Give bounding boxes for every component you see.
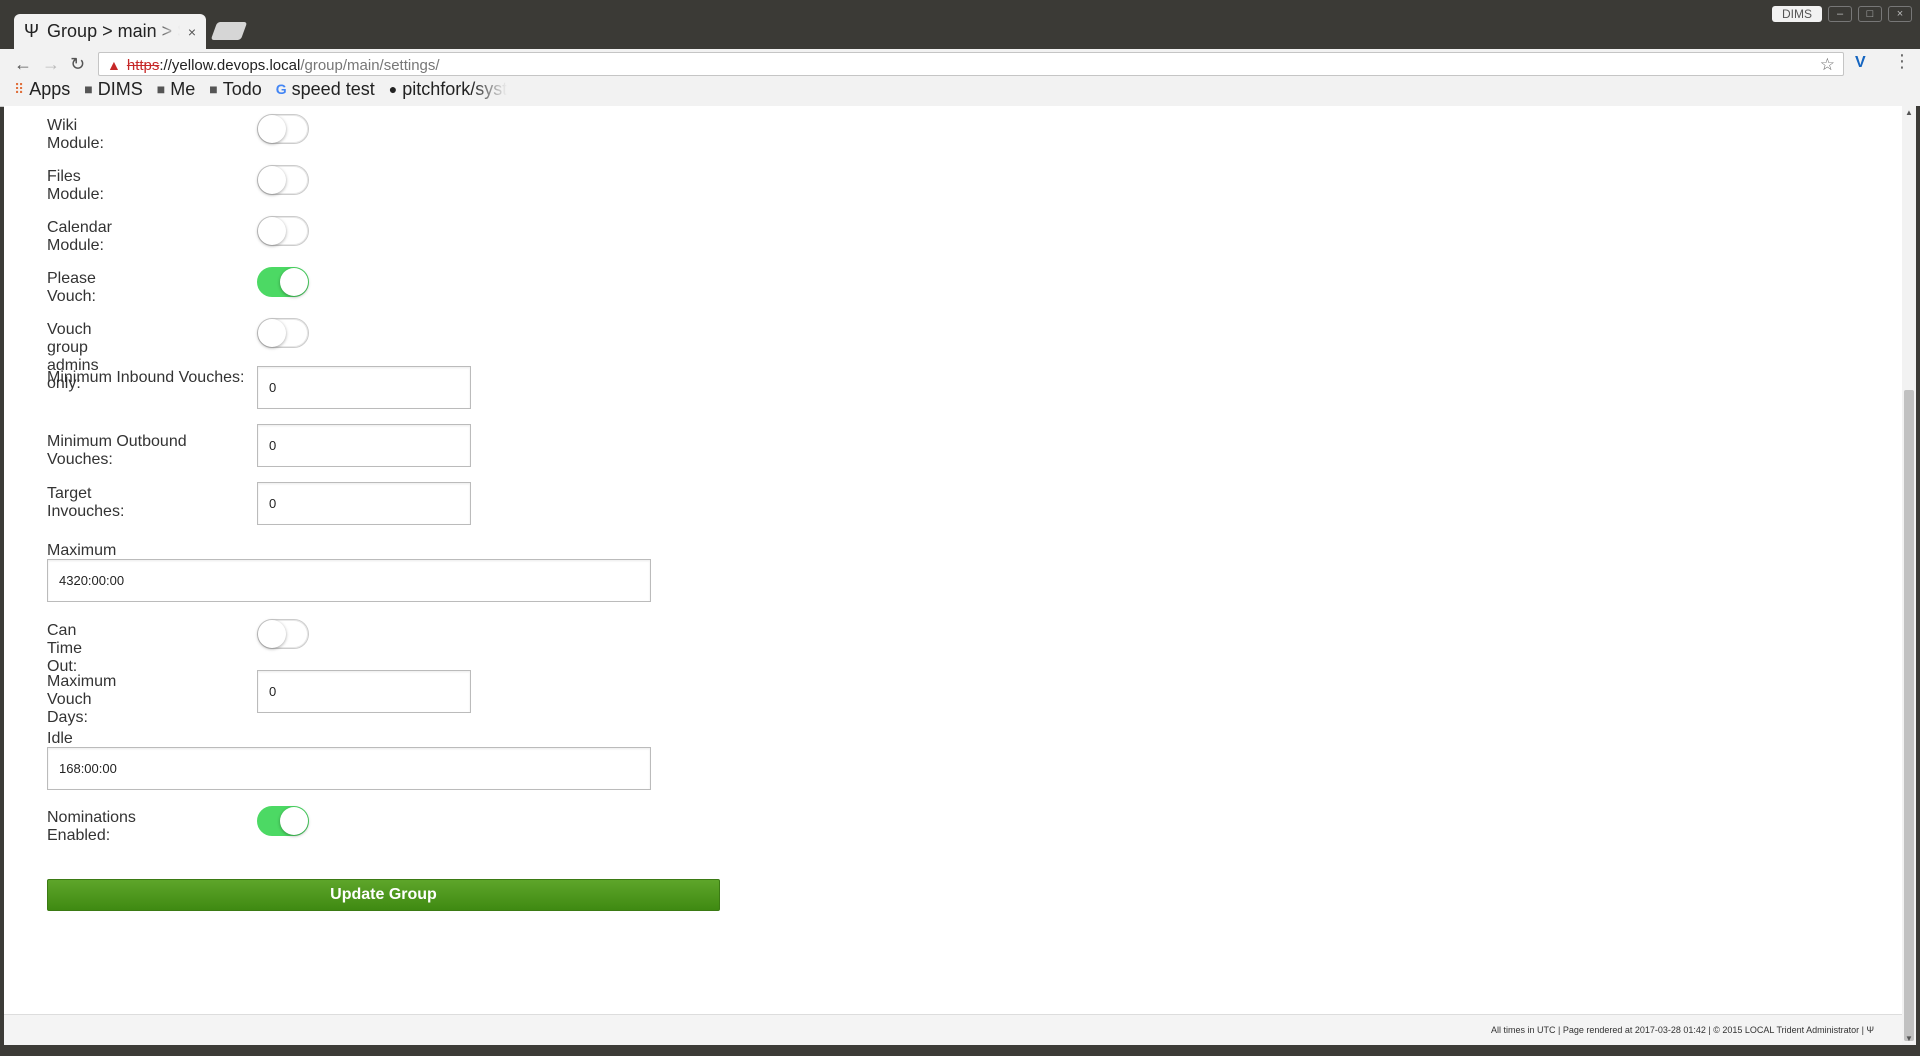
- please-vouch-label: Please Vouch:: [47, 270, 96, 305]
- trident-favicon-icon: Ψ: [24, 21, 40, 41]
- scroll-down-arrow-icon[interactable]: ▼: [1905, 1034, 1913, 1043]
- address-bar[interactable]: ▲ https://yellow.devops.local/group/main/…: [98, 52, 1844, 76]
- browser-tab[interactable]: Ψ Group > main > Settings ×: [14, 14, 206, 49]
- insecure-warning-icon[interactable]: ▲: [107, 57, 121, 73]
- page-viewport: Wiki Module: Files Module: Calendar Modu…: [4, 106, 1902, 1045]
- tab-title: Group > main > Settings: [47, 21, 180, 41]
- bookmark-me[interactable]: ■ Me: [157, 79, 195, 100]
- bookmark-star-icon[interactable]: ☆: [1820, 53, 1835, 77]
- bookmark-dims[interactable]: ■ DIMS: [84, 79, 142, 100]
- wiki-module-toggle[interactable]: [257, 114, 309, 144]
- min-outbound-vouches-label: Minimum Outbound Vouches:: [47, 433, 187, 468]
- google-icon: G: [275, 81, 287, 97]
- calendar-module-toggle[interactable]: [257, 216, 309, 246]
- maximize-icon[interactable]: □: [1858, 6, 1882, 22]
- github-icon: ●: [388, 81, 398, 97]
- folder-icon: ■: [209, 81, 218, 97]
- toggle-knob: [280, 807, 308, 835]
- idle-guard-input[interactable]: 168:00:00: [47, 747, 651, 790]
- close-window-icon[interactable]: ×: [1888, 6, 1912, 22]
- window-edge: [1916, 106, 1920, 1045]
- footer-text: All times in UTC | Page rendered at 2017…: [1490, 1025, 1874, 1035]
- new-tab-button[interactable]: [210, 22, 248, 40]
- url-scheme: https: [126, 57, 160, 74]
- bookmark-apps[interactable]: ⠿ Apps: [14, 79, 70, 100]
- toggle-knob: [258, 217, 286, 245]
- can-time-out-toggle[interactable]: [257, 619, 309, 649]
- wiki-module-label: Wiki Module:: [47, 117, 104, 152]
- can-time-out-label: Can Time Out:: [47, 622, 82, 675]
- nominations-enabled-toggle[interactable]: [257, 806, 309, 836]
- target-invouches-label: Target Invouches:: [47, 485, 125, 520]
- toggle-knob: [280, 268, 308, 296]
- scroll-up-arrow-icon[interactable]: ▲: [1905, 108, 1913, 117]
- extension-icon[interactable]: V: [1855, 54, 1866, 72]
- browser-toolbar: ← → ↻ ▲ https://yellow.devops.local/group…: [0, 49, 1920, 107]
- scrollbar-thumb[interactable]: [1904, 390, 1914, 1041]
- calendar-module-label: Calendar Module:: [47, 219, 112, 254]
- toggle-knob: [258, 620, 286, 648]
- toggle-knob: [258, 115, 286, 143]
- folder-icon: ■: [84, 81, 93, 97]
- back-arrow-icon[interactable]: ←: [14, 54, 32, 75]
- bookmark-todo[interactable]: ■ Todo: [209, 79, 262, 100]
- please-vouch-toggle[interactable]: [257, 267, 309, 297]
- page-scrollbar[interactable]: ▲ ▼: [1902, 106, 1916, 1045]
- max-vouch-days-label: Maximum Vouch Days:: [47, 673, 117, 726]
- min-outbound-vouches-input[interactable]: 0: [257, 424, 471, 467]
- vouch-admins-only-toggle[interactable]: [257, 318, 309, 348]
- tab-close-icon[interactable]: ×: [188, 24, 196, 40]
- minimize-icon[interactable]: –: [1828, 6, 1852, 22]
- reload-icon[interactable]: ↻: [70, 54, 85, 75]
- bookmark-pitchfork[interactable]: ● pitchfork/syst: [389, 79, 508, 100]
- toggle-knob: [258, 166, 286, 194]
- url-separator: ://: [159, 57, 172, 74]
- target-invouches-input[interactable]: 0: [257, 482, 471, 525]
- browser-chrome: Ψ Group > main > Settings × DIMS – □ × ←…: [0, 0, 1920, 107]
- bookmarks-bar: ⠿ Apps ■ DIMS ■ Me ■ Todo Gspeed test ● pitch…: [14, 78, 507, 100]
- profile-button[interactable]: DIMS: [1772, 6, 1822, 22]
- page-footer: All times in UTC | Page rendered at 2017…: [4, 1014, 1902, 1045]
- forward-arrow-icon[interactable]: →: [42, 54, 60, 75]
- max-inactivity-input[interactable]: 4320:00:00: [47, 559, 651, 602]
- browser-titlebar: Ψ Group > main > Settings × DIMS – □ ×: [0, 0, 1920, 49]
- min-inbound-vouches-input[interactable]: 0: [257, 366, 471, 409]
- window-edge-bottom: [0, 1045, 1920, 1056]
- files-module-label: Files Module:: [47, 168, 104, 203]
- url-path: /group/main/settings/: [300, 57, 440, 74]
- window-controls: DIMS – □ ×: [1772, 6, 1912, 22]
- folder-icon: ■: [156, 81, 166, 97]
- files-module-toggle[interactable]: [257, 165, 309, 195]
- max-vouch-days-input[interactable]: 0: [257, 670, 471, 713]
- url-host: yellow.devops.local: [171, 57, 301, 74]
- update-group-button[interactable]: Update Group: [47, 879, 720, 911]
- apps-grid-icon: ⠿: [14, 80, 25, 97]
- min-inbound-vouches-label: Minimum Inbound Vouches:: [47, 369, 245, 386]
- nominations-enabled-label: Nominations Enabled:: [47, 809, 136, 844]
- bookmark-speed-test[interactable]: Gspeed test: [276, 79, 375, 100]
- toggle-knob: [258, 319, 286, 347]
- browser-menu-icon[interactable]: ⋮: [1893, 51, 1911, 72]
